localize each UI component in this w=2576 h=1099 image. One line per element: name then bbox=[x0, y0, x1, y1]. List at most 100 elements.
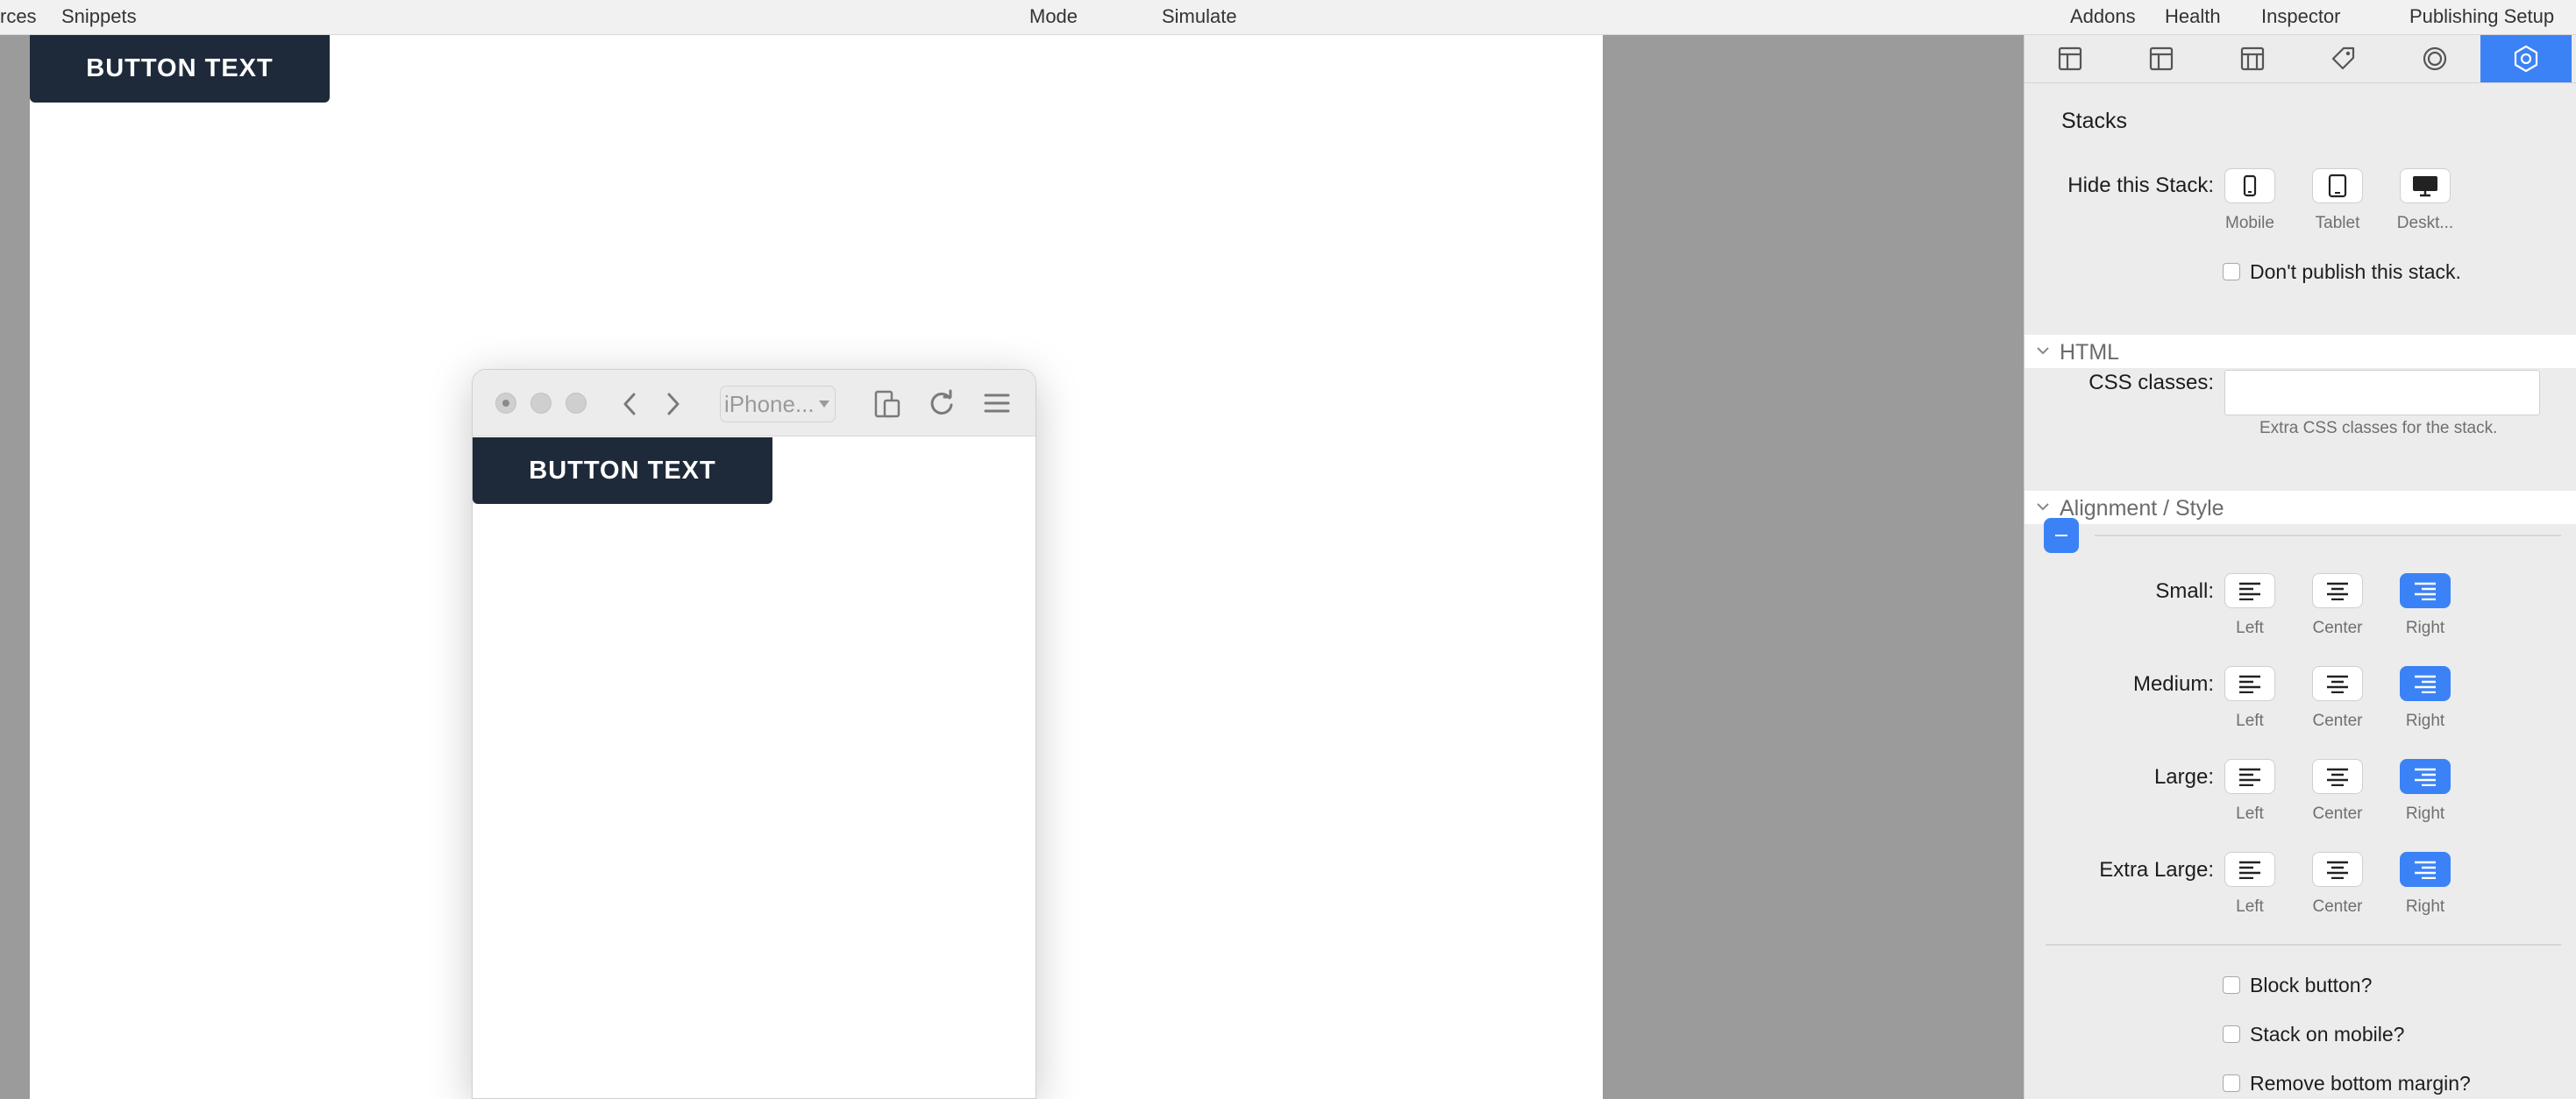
close-dot[interactable] bbox=[495, 393, 516, 414]
align-small-left-button[interactable] bbox=[2224, 573, 2275, 608]
block-button-label: Block button? bbox=[2250, 974, 2373, 996]
layout-icon bbox=[2240, 46, 2265, 71]
align-small-right-caption: Right bbox=[2405, 619, 2445, 637]
remove-bottom-margin-label: Remove bottom margin? bbox=[2250, 1072, 2471, 1095]
layout-icon bbox=[2058, 46, 2082, 71]
inspector-panel: Stacks Hide this Stack: Mobile Tablet De… bbox=[2024, 35, 2576, 1099]
section-title: Stacks bbox=[2061, 109, 2128, 133]
align-small-center-button[interactable] bbox=[2312, 573, 2363, 608]
align-xlarge-center-button[interactable] bbox=[2312, 852, 2363, 887]
addons-menu[interactable]: Addons bbox=[2070, 5, 2136, 28]
tab-divider bbox=[2025, 82, 2576, 83]
align-medium-center-button[interactable] bbox=[2312, 666, 2363, 701]
alignment-section-header[interactable]: Alignment / Style bbox=[2025, 491, 2576, 524]
chevron-down-icon bbox=[819, 401, 829, 408]
dont-publish-label: Don't publish this stack. bbox=[2250, 260, 2461, 283]
align-xlarge-right-button[interactable] bbox=[2400, 852, 2451, 887]
css-classes-input[interactable] bbox=[2224, 370, 2540, 415]
align-large-center-button[interactable] bbox=[2312, 759, 2363, 794]
align-left-icon bbox=[2239, 675, 2260, 693]
align-small-right-button[interactable] bbox=[2400, 573, 2451, 608]
layout-icon bbox=[2149, 46, 2174, 71]
circle-icon bbox=[2423, 46, 2447, 71]
align-medium-left-button[interactable] bbox=[2224, 666, 2275, 701]
menu-icon[interactable] bbox=[983, 389, 1011, 422]
align-medium-left-caption: Left bbox=[2236, 712, 2264, 730]
stack-on-mobile-label: Stack on mobile? bbox=[2250, 1023, 2405, 1046]
device-select[interactable]: iPhone... bbox=[720, 386, 836, 422]
align-large-left-button[interactable] bbox=[2224, 759, 2275, 794]
rotate-device-icon[interactable] bbox=[872, 389, 902, 424]
align-right-icon bbox=[2415, 675, 2436, 693]
hide-tablet-caption: Tablet bbox=[2315, 214, 2360, 232]
block-button-checkbox[interactable] bbox=[2223, 976, 2240, 994]
simulator-preview-button[interactable]: BUTTON TEXT bbox=[473, 437, 772, 504]
hide-mobile-caption: Mobile bbox=[2225, 214, 2274, 232]
hide-desktop-button[interactable] bbox=[2400, 168, 2451, 203]
phone-icon bbox=[2243, 174, 2257, 197]
chevron-down-icon bbox=[2037, 347, 2049, 355]
reload-icon[interactable] bbox=[927, 389, 957, 424]
align-left-icon bbox=[2239, 861, 2260, 879]
alignment-section-title: Alignment / Style bbox=[2060, 496, 2224, 521]
align-large-right-button[interactable] bbox=[2400, 759, 2451, 794]
simulate-menu[interactable]: Simulate bbox=[1162, 5, 1237, 28]
align-xlarge-left-caption: Left bbox=[2236, 897, 2264, 916]
align-large-left-caption: Left bbox=[2236, 805, 2264, 823]
simulator-toolbar: iPhone... bbox=[473, 370, 1035, 436]
tablet-icon bbox=[2328, 174, 2347, 198]
align-medium-right-button[interactable] bbox=[2400, 666, 2451, 701]
zoom-dot[interactable] bbox=[566, 393, 587, 414]
align-xlarge-center-caption: Center bbox=[2312, 897, 2363, 916]
canvas-button[interactable]: BUTTON TEXT bbox=[30, 35, 330, 103]
snippets-menu[interactable]: Snippets bbox=[61, 5, 137, 28]
resources-menu[interactable]: rces bbox=[0, 5, 37, 28]
dont-publish-checkbox[interactable] bbox=[2223, 263, 2240, 280]
tab-layout-2[interactable] bbox=[2116, 35, 2207, 82]
tab-layout-3[interactable] bbox=[2207, 35, 2298, 82]
top-toolbar: rces Snippets Mode Simulate Addons Healt… bbox=[0, 0, 2576, 35]
hide-mobile-button[interactable] bbox=[2224, 168, 2275, 203]
back-icon[interactable] bbox=[620, 391, 639, 422]
html-section-title: HTML bbox=[2060, 340, 2120, 365]
health-menu[interactable]: Health bbox=[2165, 5, 2221, 28]
hide-desktop-caption: Deskt... bbox=[2396, 214, 2454, 232]
align-right-icon bbox=[2415, 861, 2436, 879]
html-section-header[interactable]: HTML bbox=[2025, 335, 2576, 368]
align-large-center-caption: Center bbox=[2312, 805, 2363, 823]
desktop-icon bbox=[2413, 176, 2437, 197]
tab-layout-1[interactable] bbox=[2025, 35, 2116, 82]
tab-tags[interactable] bbox=[2298, 35, 2389, 82]
stack-on-mobile-checkbox[interactable] bbox=[2223, 1025, 2240, 1043]
align-center-icon bbox=[2327, 675, 2348, 693]
divider bbox=[2046, 944, 2561, 946]
tag-icon bbox=[2331, 46, 2355, 70]
css-classes-label: CSS classes: bbox=[2089, 371, 2214, 394]
remove-bottom-margin-checkbox[interactable] bbox=[2223, 1074, 2240, 1092]
align-medium-center-caption: Center bbox=[2312, 712, 2363, 730]
align-center-icon bbox=[2327, 582, 2348, 600]
tab-circle[interactable] bbox=[2389, 35, 2480, 82]
align-right-icon bbox=[2415, 768, 2436, 786]
align-small-left-caption: Left bbox=[2236, 619, 2264, 637]
align-left-icon bbox=[2239, 582, 2260, 600]
inspector-menu[interactable]: Inspector bbox=[2261, 5, 2341, 28]
gear-icon bbox=[2514, 45, 2538, 73]
minimize-dot[interactable] bbox=[530, 393, 551, 414]
device-select-label: iPhone... bbox=[724, 391, 815, 417]
publishing-setup-menu[interactable]: Publishing Setup bbox=[2409, 5, 2554, 28]
collapse-button[interactable] bbox=[2044, 518, 2079, 553]
align-large-right-caption: Right bbox=[2405, 805, 2445, 823]
hide-tablet-button[interactable] bbox=[2312, 168, 2363, 203]
align-xlarge-right-caption: Right bbox=[2405, 897, 2445, 916]
align-medium-right-caption: Right bbox=[2405, 712, 2445, 730]
align-right-icon bbox=[2415, 582, 2436, 600]
css-classes-hint: Extra CSS classes for the stack. bbox=[2259, 419, 2498, 437]
tab-stack-settings[interactable] bbox=[2480, 35, 2572, 82]
align-medium-label: Medium: bbox=[2132, 672, 2214, 696]
forward-icon[interactable] bbox=[664, 391, 683, 422]
mode-menu[interactable]: Mode bbox=[1029, 5, 1078, 28]
align-xlarge-left-button[interactable] bbox=[2224, 852, 2275, 887]
align-center-icon bbox=[2327, 768, 2348, 786]
align-small-center-caption: Center bbox=[2312, 619, 2363, 637]
